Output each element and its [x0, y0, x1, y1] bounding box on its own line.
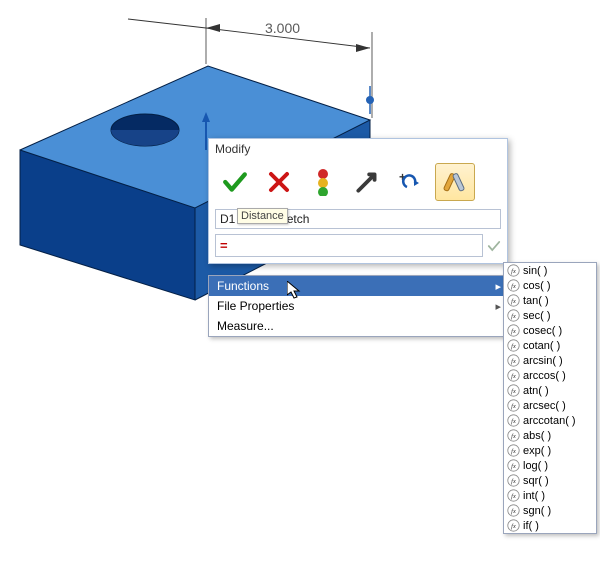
svg-text:fx: fx — [511, 478, 516, 485]
functions-submenu: fx sin( ) fx cos( ) fx tan( ) fx sec( ) fx cosec(… — [503, 262, 597, 534]
function-item[interactable]: fx cos( ) — [504, 278, 596, 293]
dropdown-label: File Properties — [217, 299, 294, 313]
fx-icon: fx — [507, 519, 520, 532]
function-label: abs( ) — [523, 430, 551, 442]
function-label: if( ) — [523, 520, 539, 532]
fx-icon: fx — [507, 384, 520, 397]
function-label: cos( ) — [523, 280, 551, 292]
fx-icon: fx — [507, 459, 520, 472]
fx-icon: fx — [507, 489, 520, 502]
function-label: arccotan( ) — [523, 415, 576, 427]
function-item[interactable]: fx if( ) — [504, 518, 596, 533]
function-item[interactable]: fx arccotan( ) — [504, 413, 596, 428]
svg-text:fx: fx — [511, 298, 516, 305]
svg-text:fx: fx — [511, 388, 516, 395]
function-item[interactable]: fx cotan( ) — [504, 338, 596, 353]
dropdown-label: Functions — [217, 279, 269, 293]
link-button[interactable] — [347, 163, 387, 201]
function-label: cotan( ) — [523, 340, 560, 352]
measure-button[interactable] — [435, 163, 475, 201]
dimension-label: 3.000 — [265, 20, 300, 36]
commit-check-icon[interactable] — [487, 239, 501, 253]
svg-text:fx: fx — [511, 403, 516, 410]
function-label: sec( ) — [523, 310, 551, 322]
fx-icon: fx — [507, 354, 520, 367]
svg-text:fx: fx — [511, 508, 516, 515]
function-label: arccos( ) — [523, 370, 566, 382]
function-item[interactable]: fx sec( ) — [504, 308, 596, 323]
dialog-toolbar: + — [209, 159, 507, 207]
fx-icon: fx — [507, 369, 520, 382]
function-item[interactable]: fx log( ) — [504, 458, 596, 473]
function-item[interactable]: fx sin( ) — [504, 263, 596, 278]
fx-icon: fx — [507, 324, 520, 337]
svg-text:fx: fx — [511, 313, 516, 320]
function-item[interactable]: fx sqr( ) — [504, 473, 596, 488]
function-label: sin( ) — [523, 265, 547, 277]
fx-icon: fx — [507, 429, 520, 442]
chevron-right-icon: ▸ — [495, 280, 501, 293]
function-label: cosec( ) — [523, 325, 562, 337]
dialog-title: Modify — [209, 139, 507, 159]
function-item[interactable]: fx arcsec( ) — [504, 398, 596, 413]
svg-text:fx: fx — [511, 493, 516, 500]
svg-text:fx: fx — [511, 268, 516, 275]
svg-text:fx: fx — [511, 343, 516, 350]
expression-dropdown: Functions ▸ File Properties ▸ Measure... — [208, 275, 508, 337]
fx-icon: fx — [507, 444, 520, 457]
function-item[interactable]: fx int( ) — [504, 488, 596, 503]
function-label: tan( ) — [523, 295, 549, 307]
function-label: exp( ) — [523, 445, 551, 457]
function-item[interactable]: fx arcsin( ) — [504, 353, 596, 368]
svg-text:fx: fx — [511, 418, 516, 425]
distance-tooltip: Distance — [237, 208, 288, 224]
function-label: int( ) — [523, 490, 545, 502]
fx-icon: fx — [507, 309, 520, 322]
function-item[interactable]: fx arccos( ) — [504, 368, 596, 383]
function-label: sqr( ) — [523, 475, 549, 487]
fx-icon: fx — [507, 279, 520, 292]
dropdown-item-file-properties[interactable]: File Properties ▸ — [209, 296, 507, 316]
svg-text:fx: fx — [511, 358, 516, 365]
dropdown-item-functions[interactable]: Functions ▸ — [209, 276, 507, 296]
svg-text:fx: fx — [511, 283, 516, 290]
svg-text:fx: fx — [511, 433, 516, 440]
fx-icon: fx — [507, 339, 520, 352]
fx-icon: fx — [507, 264, 520, 277]
function-item[interactable]: fx abs( ) — [504, 428, 596, 443]
function-label: arcsin( ) — [523, 355, 563, 367]
svg-text:fx: fx — [511, 448, 516, 455]
expression-input[interactable] — [215, 234, 483, 257]
fx-icon: fx — [507, 414, 520, 427]
svg-text:fx: fx — [511, 373, 516, 380]
function-label: arcsec( ) — [523, 400, 566, 412]
modify-dialog: Modify + — [208, 138, 508, 264]
fx-icon: fx — [507, 504, 520, 517]
function-item[interactable]: fx tan( ) — [504, 293, 596, 308]
dropdown-item-measure[interactable]: Measure... — [209, 316, 507, 336]
svg-text:fx: fx — [511, 328, 516, 335]
chevron-right-icon: ▸ — [495, 300, 501, 313]
update-button[interactable]: + — [391, 163, 431, 201]
cancel-button[interactable] — [259, 163, 299, 201]
function-label: sgn( ) — [523, 505, 551, 517]
tolerance-button[interactable] — [303, 163, 343, 201]
function-label: atn( ) — [523, 385, 549, 397]
fx-icon: fx — [507, 399, 520, 412]
function-item[interactable]: fx cosec( ) — [504, 323, 596, 338]
function-label: log( ) — [523, 460, 548, 472]
function-item[interactable]: fx exp( ) — [504, 443, 596, 458]
function-item[interactable]: fx atn( ) — [504, 383, 596, 398]
dropdown-label: Measure... — [217, 319, 274, 333]
svg-text:fx: fx — [511, 463, 516, 470]
fx-icon: fx — [507, 474, 520, 487]
svg-text:fx: fx — [511, 523, 516, 530]
accept-button[interactable] — [215, 163, 255, 201]
fx-icon: fx — [507, 294, 520, 307]
function-item[interactable]: fx sgn( ) — [504, 503, 596, 518]
